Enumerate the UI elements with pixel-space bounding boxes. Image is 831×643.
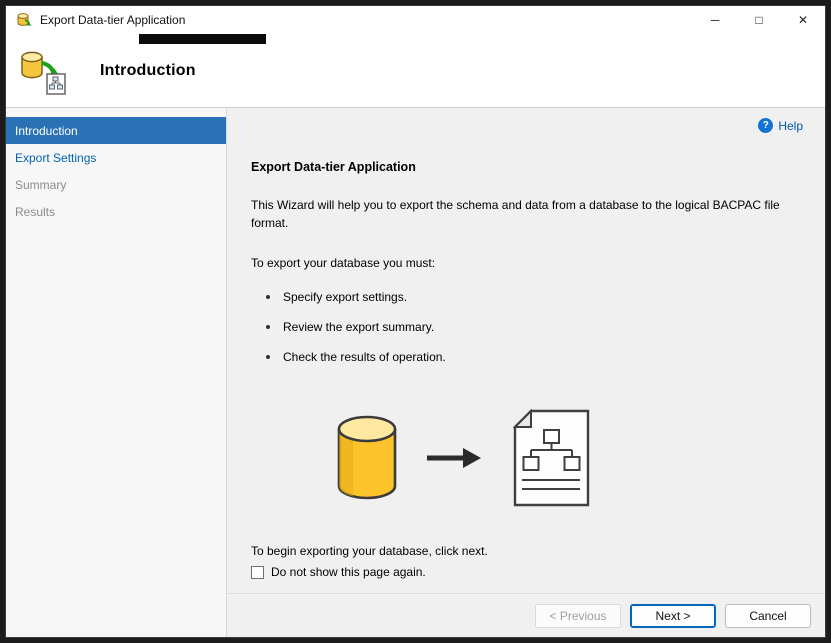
titlebar-artifact — [139, 34, 266, 44]
database-cylinder-icon — [335, 414, 399, 502]
sidebar-item-results[interactable]: Results — [6, 198, 226, 225]
window-controls: ─ □ ✕ — [693, 6, 825, 34]
export-dac-header-icon — [18, 47, 68, 95]
close-button[interactable]: ✕ — [781, 6, 825, 34]
help-link[interactable]: ? Help — [758, 118, 803, 133]
sidebar-item-label: Results — [15, 204, 56, 219]
sidebar-item-introduction[interactable]: Introduction — [6, 117, 226, 144]
bacpac-file-icon — [509, 408, 593, 508]
sidebar-item-summary[interactable]: Summary — [6, 171, 226, 198]
titlebar: Export Data-tier Application ─ □ ✕ — [6, 6, 825, 34]
sidebar-item-label: Summary — [15, 177, 67, 192]
bullet-text: Review the export summary. — [283, 320, 435, 334]
screen: Export Data-tier Application ─ □ ✕ Intro… — [0, 0, 831, 643]
content-heading: Export Data-tier Application — [251, 160, 416, 174]
bullet-dot — [266, 355, 270, 359]
wizard-header: Introduction — [6, 34, 825, 108]
content-column: ? Help Export Data-tier Application This… — [227, 108, 825, 637]
previous-button[interactable]: < Previous — [535, 603, 621, 628]
sidebar-item-export-settings[interactable]: Export Settings — [6, 144, 226, 171]
maximize-button[interactable]: □ — [737, 6, 781, 34]
bullet-dot — [266, 295, 270, 299]
list-item: Check the results of operation. — [251, 350, 805, 364]
intro-paragraph: This Wizard will help you to export the … — [251, 198, 780, 230]
begin-text: To begin exporting your database, click … — [251, 544, 488, 558]
sidebar-item-label: Introduction — [15, 123, 78, 138]
right-arrow-icon — [427, 447, 481, 469]
button-bar: < Previous Next > Cancel — [227, 593, 825, 637]
help-label: Help — [778, 118, 803, 133]
bullet-dot — [266, 325, 270, 329]
bullet-text: Specify export settings. — [283, 290, 408, 304]
cancel-button[interactable]: Cancel — [725, 603, 811, 628]
export-illustration — [335, 408, 805, 508]
sidebar-item-label: Export Settings — [15, 150, 97, 165]
export-dac-wizard-window: Export Data-tier Application ─ □ ✕ Intro… — [5, 5, 826, 638]
window-title: Export Data-tier Application — [40, 13, 186, 27]
requirements-label: To export your database you must: — [251, 256, 436, 270]
do-not-show-checkbox[interactable]: Do not show this page again. — [251, 565, 805, 579]
help-question-icon: ? — [758, 118, 774, 133]
requirements-list: Specify export settings. Review the expo… — [251, 290, 805, 364]
app-icon — [16, 12, 32, 28]
bullet-text: Check the results of operation. — [283, 350, 446, 364]
checkbox-box[interactable] — [251, 565, 264, 579]
page-title: Introduction — [100, 61, 196, 79]
checkbox-label: Do not show this page again. — [271, 565, 426, 579]
main-area: Introduction Export Settings Summary Res… — [6, 108, 825, 637]
list-item: Specify export settings. — [251, 290, 805, 304]
step-sidebar: Introduction Export Settings Summary Res… — [6, 108, 227, 637]
minimize-button[interactable]: ─ — [693, 6, 737, 34]
list-item: Review the export summary. — [251, 320, 805, 334]
next-button[interactable]: Next > — [630, 603, 716, 628]
page-content: ? Help Export Data-tier Application This… — [227, 108, 825, 593]
